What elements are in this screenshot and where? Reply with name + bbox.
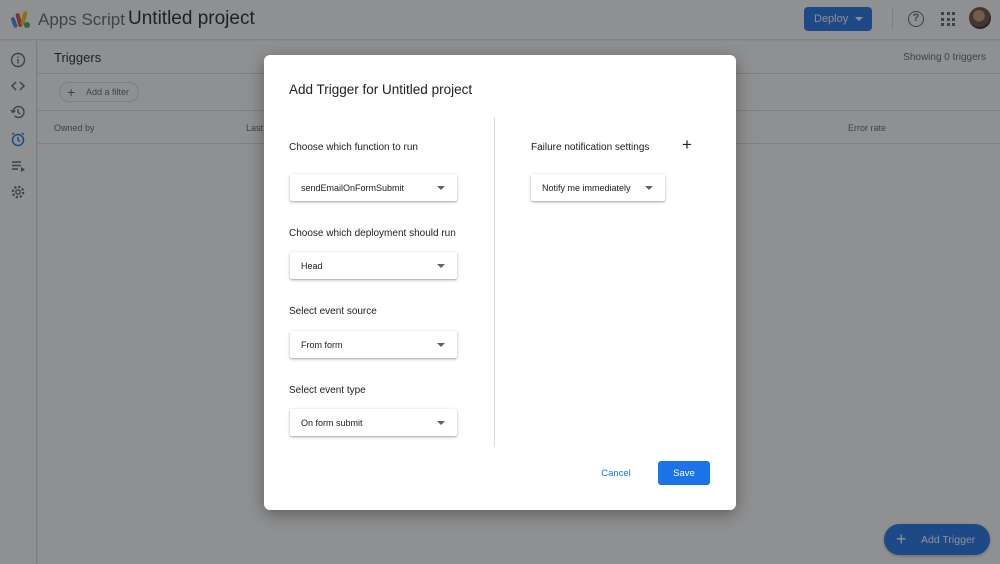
deployment-select-value: Head <box>301 260 323 271</box>
failure-notification-value: Notify me immediately <box>542 182 631 193</box>
deployment-select[interactable]: Head <box>290 252 457 279</box>
add-notification-icon[interactable]: + <box>682 136 692 153</box>
event-type-label: Select event type <box>289 385 366 396</box>
cancel-button[interactable]: Cancel <box>588 461 644 485</box>
column-divider <box>494 117 495 447</box>
failure-notification-select[interactable]: Notify me immediately <box>531 174 665 201</box>
dropdown-arrow-icon <box>437 343 445 347</box>
deployment-label: Choose which deployment should run <box>289 228 456 239</box>
save-button[interactable]: Save <box>658 461 710 485</box>
event-type-select[interactable]: On form submit <box>290 409 457 436</box>
dropdown-arrow-icon <box>645 186 653 190</box>
function-label: Choose which function to run <box>289 142 418 153</box>
dropdown-arrow-icon <box>437 421 445 425</box>
add-trigger-dialog: Add Trigger for Untitled project Choose … <box>264 55 736 510</box>
event-source-select-value: From form <box>301 339 343 350</box>
dialog-title: Add Trigger for Untitled project <box>289 82 473 97</box>
event-source-select[interactable]: From form <box>290 331 457 358</box>
function-select-value: sendEmailOnFormSubmit <box>301 182 405 193</box>
dropdown-arrow-icon <box>437 186 445 190</box>
failure-notification-label: Failure notification settings <box>531 142 650 153</box>
dropdown-arrow-icon <box>437 264 445 268</box>
event-type-select-value: On form submit <box>301 417 363 428</box>
event-source-label: Select event source <box>289 306 377 317</box>
function-select[interactable]: sendEmailOnFormSubmit <box>290 174 457 201</box>
